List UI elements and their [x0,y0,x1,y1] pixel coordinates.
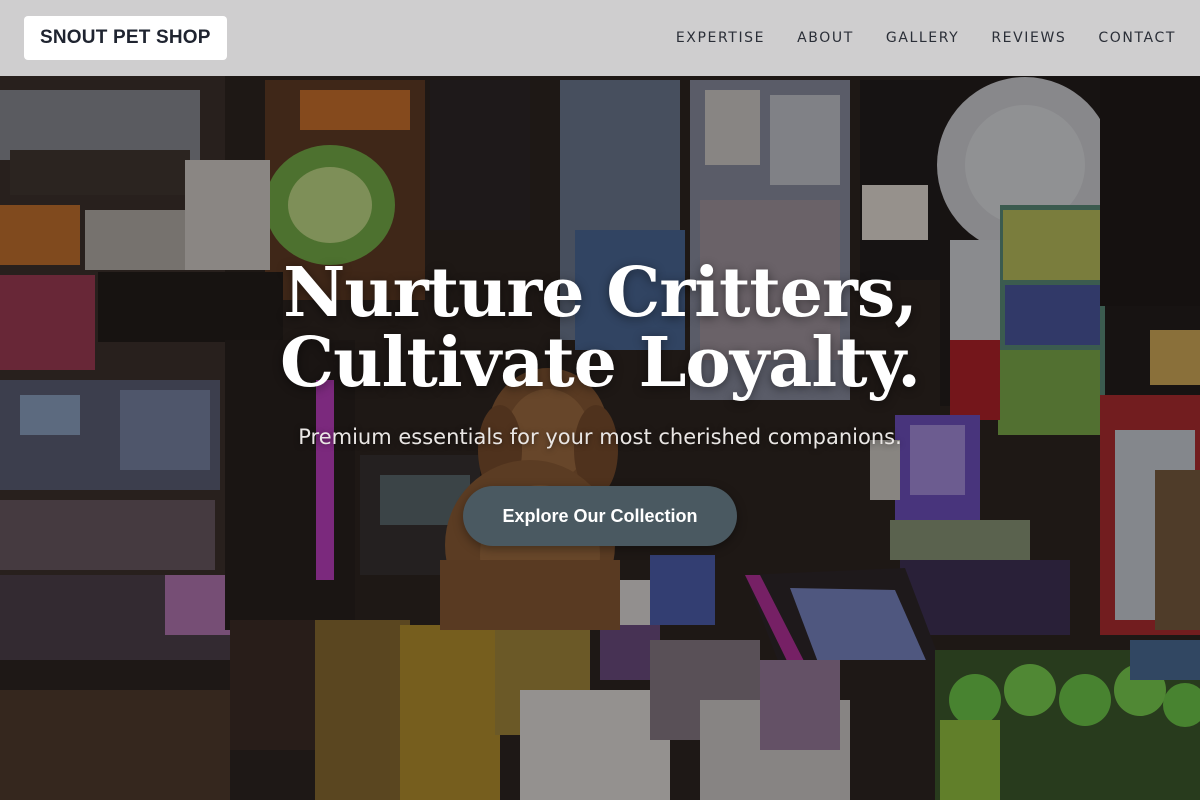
hero-headline-line-2: Cultivate Loyalty. [280,323,921,403]
hero-subtitle: Premium essentials for your most cherish… [298,425,902,449]
nav-link-reviews[interactable]: REVIEWS [959,30,1066,46]
nav-link-about[interactable]: ABOUT [765,30,854,46]
nav-link-gallery[interactable]: GALLERY [854,30,959,46]
top-navbar: SNOUT PET SHOP EXPERTISE ABOUT GALLERY R… [0,0,1200,76]
nav-link-expertise[interactable]: EXPERTISE [644,30,765,46]
nav-link-contact[interactable]: CONTACT [1066,30,1176,46]
main-nav: EXPERTISE ABOUT GALLERY REVIEWS CONTACT [644,30,1176,46]
hero-headline-line-1: Nurture Critters, [283,253,918,333]
hero-headline: Nurture Critters, Cultivate Loyalty. [0,258,1200,398]
brand-logo[interactable]: SNOUT PET SHOP [24,16,227,60]
explore-collection-button[interactable]: Explore Our Collection [463,486,737,546]
